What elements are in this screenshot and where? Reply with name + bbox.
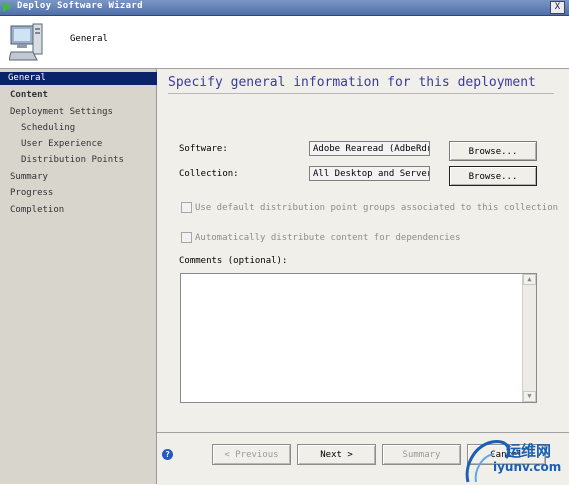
window-title: Deploy Software Wizard <box>17 1 143 11</box>
scroll-up-icon[interactable]: ▲ <box>523 274 536 285</box>
main-panel: Specify general information for this dep… <box>157 69 569 432</box>
sidebar-item-general[interactable]: General <box>0 72 159 85</box>
next-button[interactable]: Next > <box>297 444 376 465</box>
help-icon[interactable]: ? <box>162 449 173 460</box>
sidebar-item-user-experience[interactable]: User Experience <box>21 138 102 151</box>
checkbox-box[interactable] <box>181 232 192 243</box>
sidebar-item-content[interactable]: Content <box>10 89 48 102</box>
checkbox-box[interactable] <box>181 202 192 213</box>
use-default-dp-groups-label: Use default distribution point groups as… <box>195 203 559 213</box>
sidebar-item-completion[interactable]: Completion <box>10 204 64 217</box>
software-browse-button[interactable]: Browse... <box>449 141 537 161</box>
auto-distribute-checkbox[interactable]: Automatically distribute content for dep… <box>181 232 461 243</box>
auto-distribute-label: Automatically distribute content for dep… <box>195 233 461 243</box>
summary-button[interactable]: Summary <box>382 444 461 465</box>
collection-browse-button[interactable]: Browse... <box>449 166 537 186</box>
collection-label: Collection: <box>179 169 239 179</box>
scroll-down-icon[interactable]: ▼ <box>523 391 536 402</box>
comments-textarea[interactable]: ▲ ▼ <box>180 273 537 403</box>
title-bar: Deploy Software Wizard X <box>0 0 569 16</box>
header-page-label: General <box>70 34 108 44</box>
watermark-url-text: iyunv.com <box>493 460 562 474</box>
previous-button[interactable]: < Previous <box>212 444 291 465</box>
use-default-dp-groups-checkbox[interactable]: Use default distribution point groups as… <box>181 202 558 213</box>
software-label: Software: <box>179 144 228 154</box>
computer-icon <box>9 23 43 61</box>
sidebar-item-progress[interactable]: Progress <box>10 187 53 200</box>
sidebar-item-scheduling[interactable]: Scheduling <box>21 122 75 135</box>
wizard-header: General <box>0 16 569 69</box>
close-button[interactable]: X <box>550 1 565 14</box>
software-field: Adobe Rearead (AdbeRdr940) <box>309 141 430 156</box>
sidebar-item-deployment-settings[interactable]: Deployment Settings <box>10 106 113 119</box>
page-title: Specify general information for this dep… <box>168 75 536 90</box>
wizard-sidebar: General Content Deployment Settings Sche… <box>0 69 159 484</box>
watermark-cn-text: 运维网 <box>506 442 552 460</box>
sidebar-item-distribution-points[interactable]: Distribution Points <box>21 154 124 167</box>
wizard-arrow-icon <box>3 2 12 12</box>
sidebar-item-summary[interactable]: Summary <box>10 171 48 184</box>
comments-scrollbar[interactable]: ▲ ▼ <box>522 274 536 402</box>
title-divider <box>168 93 554 94</box>
collection-field: All Desktop and Server Cli <box>309 166 430 181</box>
comments-label: Comments (optional): <box>179 256 288 266</box>
